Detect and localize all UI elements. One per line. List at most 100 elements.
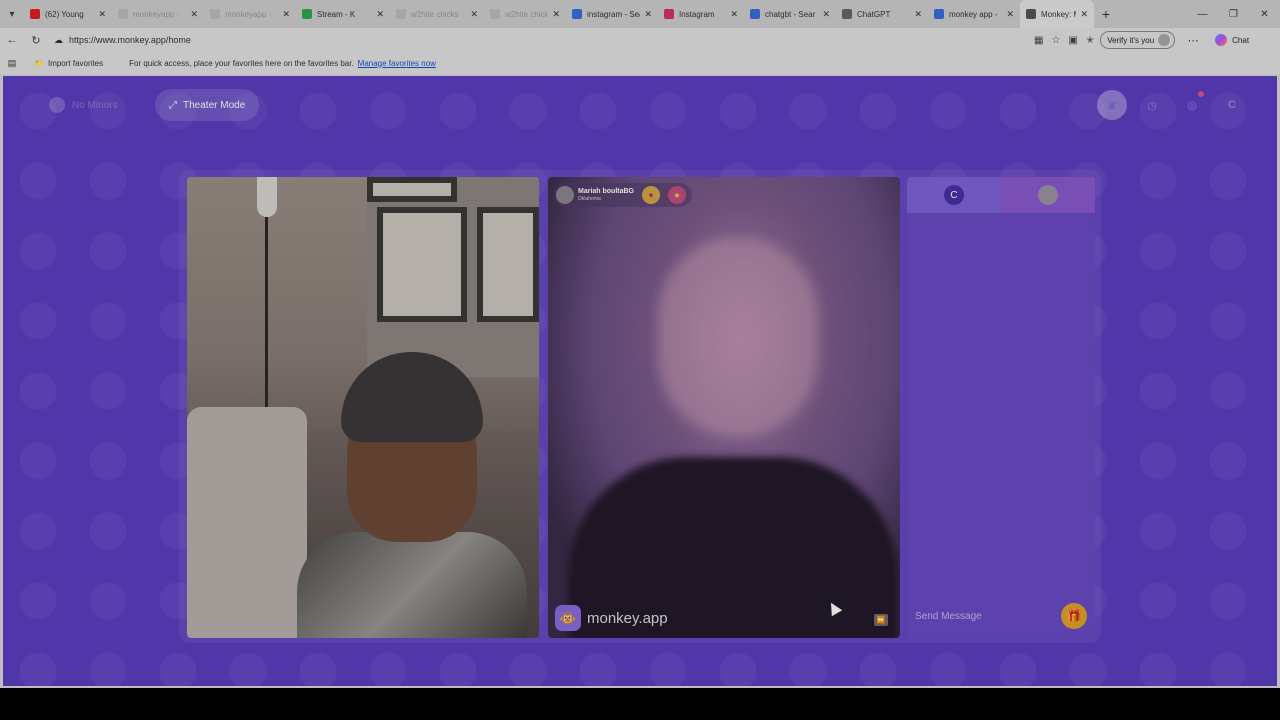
favorite-star-icon[interactable]: ☆ (1051, 35, 1060, 46)
monkey-watermark: 🐵 monkey.app (555, 605, 668, 631)
monkey-logo-icon: 🐵 (555, 605, 581, 631)
theater-mode-button[interactable]: ⤢ Theater Mode (155, 89, 260, 121)
import-favorites-button[interactable]: 📁 Import favorites (34, 59, 107, 68)
video-scene (658, 237, 818, 437)
profile-avatar-button[interactable]: C (1217, 90, 1247, 120)
app-available-icon[interactable]: ▦ (1034, 35, 1043, 46)
immersive-reader-icon[interactable]: ▣ (1068, 35, 1077, 46)
self-avatar: C (944, 185, 964, 205)
video-scene (187, 407, 307, 638)
tab-close-icon[interactable]: ✕ (644, 9, 652, 20)
tab-title: Monkey: M (1041, 9, 1077, 19)
chat-label: Chat (1232, 35, 1250, 45)
tab-favicon-icon (396, 9, 406, 19)
history-icon[interactable]: ◷ (1137, 90, 1167, 120)
video-scene (257, 177, 277, 217)
tab-close-icon[interactable]: ✕ (914, 9, 922, 20)
tab-close-icon[interactable]: ✕ (98, 9, 106, 20)
tab-title: monkeyapp - (225, 9, 272, 19)
tab-title: instagram - Sea (587, 9, 641, 19)
tab-favicon-icon (1026, 9, 1036, 19)
remote-user-avatar (556, 186, 574, 204)
tab-list: (62) Young ✕ monkeyapp - ✕ monkeyapp - ✕ Strea… (24, 0, 1094, 28)
more-icon[interactable]: ⋯ (1181, 28, 1205, 52)
browser-tab[interactable]: (62) Young ✕ (24, 0, 112, 28)
browser-tab[interactable]: monkey app - ✕ (928, 0, 1020, 28)
chat-bubble-icon[interactable]: ◎ (1177, 90, 1207, 120)
gift-badge-icon[interactable]: ★ (668, 186, 687, 204)
send-message-input[interactable] (915, 610, 1061, 622)
tab-title: w2hite chicks (411, 9, 459, 19)
tab-strip: ▾ (62) Young ✕ monkeyapp - ✕ monkeyapp - ✕ Str… (0, 0, 1280, 28)
browser-tab[interactable]: monkeyapp - ✕ (204, 0, 296, 28)
tab-title: monkeyapp - (133, 9, 180, 19)
skip-icon[interactable]: ⏩ (874, 614, 888, 626)
sidebar-toggle-icon[interactable]: ▤ (0, 58, 24, 69)
browser-tab[interactable]: Stream - K ✕ (296, 0, 390, 28)
remote-avatar (1038, 185, 1058, 205)
theater-mode-label: Theater Mode (183, 99, 246, 111)
manage-favorites-link[interactable]: Manage favorites now (358, 59, 436, 68)
tab-title: chatgbt - Sear (765, 9, 816, 19)
browser-tab[interactable]: Instagram ✕ (658, 0, 744, 28)
tab-title: Instagram (679, 9, 715, 19)
no-minors-toggle[interactable]: No Minors (49, 94, 118, 116)
favorites-icon[interactable]: ✭ (1086, 35, 1094, 46)
tab-title: monkey app - (949, 9, 998, 19)
tab-close-icon[interactable]: ✕ (282, 9, 290, 20)
tab-actions-menu[interactable]: ▾ (0, 0, 24, 28)
profile-avatar (1158, 34, 1171, 46)
favorites-hint: For quick access, place your favorites h… (129, 58, 354, 68)
remote-user-location: Oklahoma (578, 195, 601, 202)
browser-tab[interactable]: monkeyapp - ✕ (112, 0, 204, 28)
folder-icon: 📁 (34, 58, 44, 68)
tab-close-icon[interactable]: ✕ (1006, 9, 1014, 20)
remote-user-name: Mariah boultaBG (578, 187, 635, 195)
favorites-bar: ▤ 📁 Import favorites For quick access, p… (0, 52, 1280, 74)
tab-close-icon[interactable]: ✕ (730, 9, 738, 20)
address-bar: ← ↻ ☁ https://www.monkey.app/home ▦ ☆ ▣ … (0, 28, 1280, 52)
tab-title: ChatGPT (857, 9, 891, 19)
chat-input-row: 🎁 (907, 594, 1095, 638)
tab-favicon-icon (572, 9, 582, 19)
browser-tab[interactable]: Monkey: M ✕ (1020, 0, 1094, 28)
close-window-icon[interactable]: ✕ (1249, 0, 1280, 28)
remote-user-pill[interactable]: Mariah boultaBG Oklahoma ♥ ★ (554, 183, 693, 207)
browser-tab[interactable]: w2hite chicks ✕ (484, 0, 566, 28)
tab-favicon-icon (750, 9, 760, 19)
tab-favicon-icon (118, 9, 128, 19)
browser-tab[interactable]: w2hite chicks ✕ (390, 0, 484, 28)
tab-close-icon[interactable]: ✕ (552, 9, 560, 20)
back-icon[interactable]: ← (0, 28, 24, 52)
new-tab-button[interactable]: + (1094, 0, 1118, 28)
tab-favicon-icon (490, 9, 500, 19)
url-text: https://www.monkey.app/home (69, 35, 191, 45)
video-scene (377, 207, 467, 322)
gift-icon[interactable]: 🎁 (1061, 603, 1087, 629)
refresh-icon[interactable]: ↻ (24, 28, 48, 52)
tab-close-icon[interactable]: ✕ (470, 9, 478, 20)
local-user-person (297, 352, 527, 638)
no-minors-label: No Minors (72, 99, 118, 111)
chat-tab-remote[interactable] (1001, 177, 1095, 213)
browser-tab[interactable]: instagram - Sea ✕ (566, 0, 658, 28)
heart-badge-icon[interactable]: ♥ (642, 186, 661, 204)
crown-icon[interactable]: ♛ (1097, 90, 1127, 120)
toggle-knob (49, 97, 65, 113)
tab-close-icon[interactable]: ✕ (822, 9, 830, 20)
restore-icon[interactable]: ❐ (1218, 0, 1249, 28)
tab-close-icon[interactable]: ✕ (1080, 9, 1088, 20)
minimize-icon[interactable]: — (1187, 0, 1218, 28)
lock-icon[interactable]: ☁ (54, 35, 63, 46)
tab-close-icon[interactable]: ✕ (376, 9, 384, 20)
tab-title: (62) Young (45, 9, 84, 19)
browser-tab[interactable]: chatgbt - Sear ✕ (744, 0, 836, 28)
copilot-chat-button[interactable]: Chat (1215, 34, 1249, 46)
chat-tab-self[interactable]: C (907, 177, 1001, 213)
verify-profile-button[interactable]: Verify it's you (1100, 31, 1176, 49)
url-field[interactable]: ☁ https://www.monkey.app/home (54, 35, 1034, 46)
browser-window: ▾ (62) Young ✕ monkeyapp - ✕ monkeyapp - ✕ Str… (0, 0, 1280, 688)
browser-tab[interactable]: ChatGPT ✕ (836, 0, 928, 28)
tab-close-icon[interactable]: ✕ (190, 9, 198, 20)
tab-favicon-icon (934, 9, 944, 19)
